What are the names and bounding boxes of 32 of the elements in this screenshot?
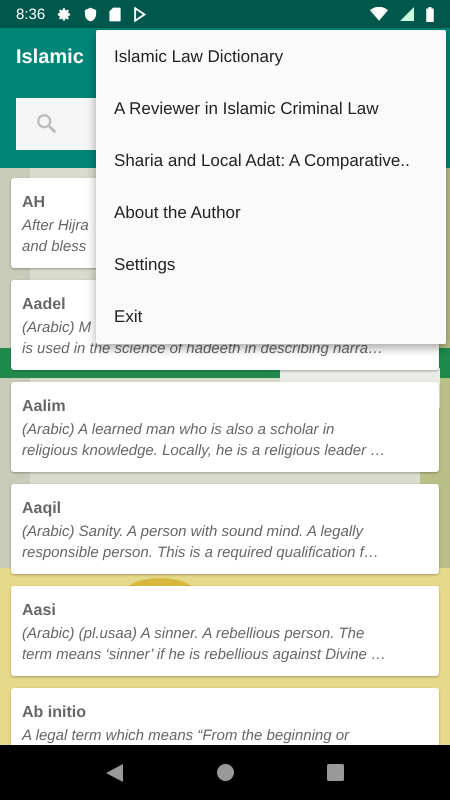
wifi-icon: [370, 7, 388, 21]
menu-item[interactable]: A Reviewer in Islamic Criminal Law: [96, 83, 446, 135]
sd-card-icon: [109, 6, 122, 22]
term-card[interactable]: Ab initio A legal term which means “From the beginning or: [11, 688, 439, 745]
signal-icon: [400, 7, 414, 21]
term-card[interactable]: Aasi (Arabic) (pl.usaa) A sinner. A rebellious person. The term means ‘sinner’ if he is rebellious against Divine …: [11, 586, 439, 676]
battery-icon: [426, 6, 434, 22]
term-card[interactable]: Aaqil (Arabic) Sanity. A person with sound mind. A legally responsible person. This is a required qualification f…: [11, 484, 439, 574]
settings-icon: [57, 6, 72, 22]
term-definition: (Arabic) (pl.usaa) A sinner. A rebellious person. The term means ‘sinner’ if he is rebellious against Divine …: [22, 624, 386, 665]
term-title: Ab initio: [22, 704, 86, 722]
term-title: Aadel: [22, 296, 66, 314]
term-title: Aaqil: [22, 500, 62, 518]
term-definition: A legal term which means “From the beginning or: [22, 726, 350, 745]
recents-icon[interactable]: [326, 764, 344, 781]
shield-icon: [84, 6, 98, 22]
term-definition: (Arabic) A learned man who is also a scholar in religious knowledge. Locally, he is a religious leader …: [22, 420, 386, 461]
menu-item[interactable]: Islamic Law Dictionary: [96, 31, 446, 83]
menu-item[interactable]: About the Author: [96, 187, 446, 239]
term-title: AH: [22, 194, 46, 212]
term-card[interactable]: Aalim (Arabic) A learned man who is also a scholar in religious knowledge. Locally, he is a religious leader …: [11, 382, 439, 472]
term-definition: (Arabic) Sanity. A person with sound mind. A legally responsible person. This is a required qualification f…: [22, 522, 379, 563]
back-icon[interactable]: [106, 764, 124, 782]
term-definition: After Hijra and bless: [22, 216, 89, 257]
search-icon: [36, 113, 58, 135]
term-title: Aasi: [22, 602, 56, 620]
home-icon[interactable]: [216, 764, 234, 781]
term-title: Aalim: [22, 398, 66, 416]
status-time: 8:36: [16, 6, 46, 22]
app-title: Islamic: [16, 46, 84, 70]
menu-item[interactable]: Sharia and Local Adat: A Comparative..: [96, 135, 446, 187]
menu-item[interactable]: Settings: [96, 239, 446, 291]
